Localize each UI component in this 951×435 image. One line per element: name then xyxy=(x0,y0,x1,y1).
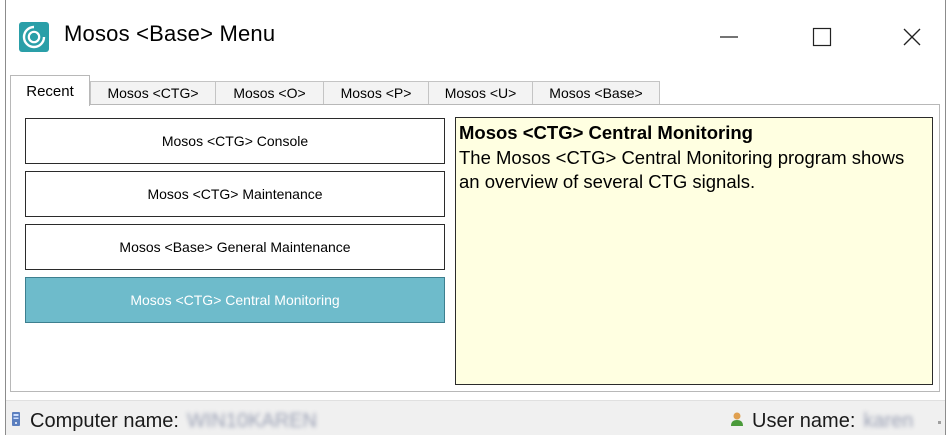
title-bar[interactable]: Mosos <Base> Menu xyxy=(6,0,945,70)
tab-strip: Recent Mosos <CTG> Mosos <O> Mosos <P> M… xyxy=(10,75,940,106)
computer-name-label: Computer name: xyxy=(30,410,179,432)
base-general-maintenance-button[interactable]: Mosos <Base> General Maintenance xyxy=(25,224,445,270)
tab-mosos-base[interactable]: Mosos <Base> xyxy=(532,81,660,104)
user-name-value: karen xyxy=(863,410,914,432)
window-title: Mosos <Base> Menu xyxy=(64,21,276,46)
tab-mosos-p[interactable]: Mosos <P> xyxy=(323,81,429,104)
minimize-icon xyxy=(720,36,738,38)
maximize-icon xyxy=(812,27,832,47)
user-name-label: User name: xyxy=(752,410,856,432)
close-icon xyxy=(903,28,921,46)
user-status: User name: karen xyxy=(730,410,913,433)
computer-name-value: WIN10KAREN xyxy=(186,410,317,432)
description-title: Mosos <CTG> Central Monitoring xyxy=(459,122,753,143)
resize-grip[interactable] xyxy=(938,421,941,424)
tab-mosos-o[interactable]: Mosos <O> xyxy=(215,81,324,104)
maximize-button[interactable] xyxy=(799,14,845,60)
tab-mosos-ctg[interactable]: Mosos <CTG> xyxy=(90,81,216,104)
mosos-logo-icon xyxy=(19,22,49,52)
status-bar: Computer name: WIN10KAREN User name: kar… xyxy=(6,400,945,435)
tab-mosos-u[interactable]: Mosos <U> xyxy=(428,81,533,104)
user-icon xyxy=(730,410,744,433)
tab-recent[interactable]: Recent xyxy=(10,75,90,106)
description-panel: Mosos <CTG> Central Monitoring The Mosos… xyxy=(455,117,933,385)
ctg-console-button[interactable]: Mosos <CTG> Console xyxy=(25,118,445,164)
ctg-maintenance-button[interactable]: Mosos <CTG> Maintenance xyxy=(25,171,445,217)
close-button[interactable] xyxy=(889,14,935,60)
main-window: Mosos <Base> Menu Recent Mosos <CTG> Mos… xyxy=(5,0,946,435)
description-text: The Mosos <CTG> Central Monitoring progr… xyxy=(459,147,905,192)
minimize-button[interactable] xyxy=(706,14,752,60)
ctg-central-monitoring-button[interactable]: Mosos <CTG> Central Monitoring xyxy=(25,277,445,323)
computer-icon xyxy=(10,410,22,433)
computer-status: Computer name: WIN10KAREN xyxy=(10,410,317,433)
recent-panel: Mosos <CTG> Console Mosos <CTG> Maintena… xyxy=(10,104,940,392)
